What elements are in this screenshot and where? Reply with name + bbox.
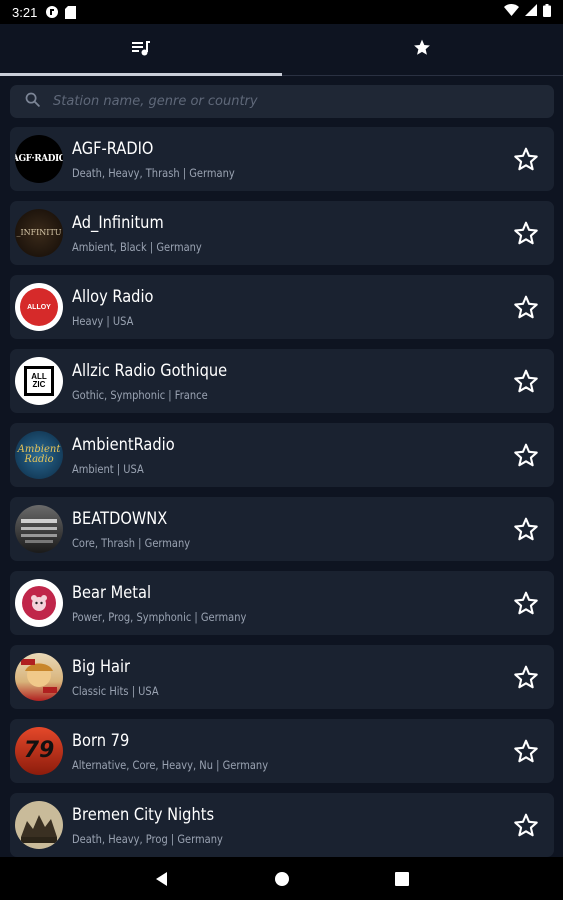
station-row[interactable]: _INFINITU Ad_Infinitum Ambient, Black | … — [10, 201, 554, 265]
station-row[interactable]: BEATDOWNX Core, Thrash | Germany — [10, 497, 554, 561]
station-logo — [15, 801, 63, 849]
station-meta: Gothic, Symphonic | France — [72, 388, 208, 402]
cellular-signal-icon — [525, 4, 537, 20]
tab-bar — [0, 24, 563, 76]
favorite-star-icon[interactable] — [512, 293, 540, 321]
station-name: Bremen City Nights — [72, 805, 215, 825]
station-logo: 79 — [15, 727, 63, 775]
back-icon[interactable] — [150, 867, 174, 891]
recents-icon[interactable] — [390, 867, 414, 891]
station-logo: ALLOY — [15, 283, 63, 331]
station-name: Allzic Radio Gothique — [72, 361, 228, 381]
station-name: BEATDOWNX — [72, 509, 168, 529]
wifi-icon — [504, 4, 519, 20]
home-icon[interactable] — [270, 867, 294, 891]
search-input[interactable] — [53, 94, 533, 109]
tab-stations[interactable] — [0, 24, 282, 76]
station-row[interactable]: 79 Born 79 Alternative, Core, Heavy, Nu … — [10, 719, 554, 783]
station-logo: AGF·RADIO — [15, 135, 63, 183]
station-list: AGF·RADIO AGF-RADIO Death, Heavy, Thrash… — [10, 127, 554, 867]
station-name: Bear Metal — [72, 583, 152, 603]
favorite-star-icon[interactable] — [512, 737, 540, 765]
station-logo — [15, 505, 63, 553]
favorite-star-icon[interactable] — [512, 515, 540, 543]
station-row[interactable]: Bear Metal Power, Prog, Symphonic | Germ… — [10, 571, 554, 635]
station-meta: Power, Prog, Symphonic | Germany — [72, 610, 247, 624]
favorite-star-icon[interactable] — [512, 589, 540, 617]
station-row[interactable]: Bremen City Nights Death, Heavy, Prog | … — [10, 793, 554, 857]
station-name: Born 79 — [72, 731, 130, 751]
favorite-star-icon[interactable] — [512, 811, 540, 839]
favorite-star-icon[interactable] — [512, 219, 540, 247]
station-name: Alloy Radio — [72, 287, 154, 307]
station-logo: _INFINITU — [15, 209, 63, 257]
station-meta: Classic Hits | USA — [72, 684, 159, 698]
favorite-star-icon[interactable] — [512, 663, 540, 691]
station-name: Ad_Infinitum — [72, 213, 164, 233]
status-bar: 3:21 — [0, 0, 563, 24]
station-row[interactable]: AGF·RADIO AGF-RADIO Death, Heavy, Thrash… — [10, 127, 554, 191]
playlist-music-icon — [131, 39, 151, 61]
station-meta: Core, Thrash | Germany — [72, 536, 191, 550]
search-bar[interactable] — [10, 85, 554, 118]
station-meta: Heavy | USA — [72, 314, 134, 328]
station-logo: Ambient Radio — [15, 431, 63, 479]
station-meta: Alternative, Core, Heavy, Nu | Germany — [72, 758, 269, 772]
search-icon — [24, 91, 41, 112]
station-meta: Ambient | USA — [72, 462, 144, 476]
battery-icon — [543, 3, 551, 21]
station-row[interactable]: Big Hair Classic Hits | USA — [10, 645, 554, 709]
app-notification-icon — [45, 5, 59, 19]
favorite-star-icon[interactable] — [512, 145, 540, 173]
status-time: 3:21 — [12, 4, 38, 20]
star-filled-icon — [412, 38, 432, 61]
station-row[interactable]: ALLOY Alloy Radio Heavy | USA — [10, 275, 554, 339]
station-row[interactable]: ALL ZIC Allzic Radio Gothique Gothic, Sy… — [10, 349, 554, 413]
station-meta: Death, Heavy, Thrash | Germany — [72, 166, 235, 180]
station-meta: Death, Heavy, Prog | Germany — [72, 832, 223, 846]
station-row[interactable]: Ambient Radio AmbientRadio Ambient | USA — [10, 423, 554, 487]
favorite-star-icon[interactable] — [512, 367, 540, 395]
system-nav-bar — [0, 857, 563, 900]
sd-card-icon — [65, 5, 77, 19]
station-logo — [15, 653, 63, 701]
favorite-star-icon[interactable] — [512, 441, 540, 469]
station-logo: ALL ZIC — [15, 357, 63, 405]
station-name: AmbientRadio — [72, 435, 175, 455]
station-meta: Ambient, Black | Germany — [72, 240, 202, 254]
station-logo — [15, 579, 63, 627]
station-name: AGF-RADIO — [72, 139, 154, 159]
station-name: Big Hair — [72, 657, 131, 677]
tab-favorites[interactable] — [282, 24, 563, 75]
